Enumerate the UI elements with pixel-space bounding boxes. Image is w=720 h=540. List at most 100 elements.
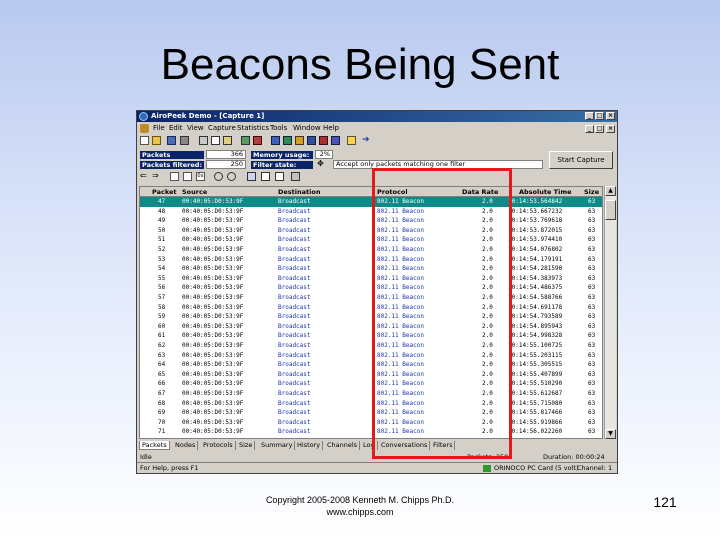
maximize-button[interactable]: □	[595, 112, 604, 120]
cell-destination: Broadcast	[278, 303, 311, 311]
alarm-icon[interactable]	[319, 136, 328, 145]
cell-destination: Broadcast	[278, 370, 311, 378]
cell-packet: 59	[158, 313, 166, 321]
col-source[interactable]: Source	[182, 188, 207, 196]
cell-size: 63	[588, 217, 596, 225]
stats-icon[interactable]	[271, 136, 280, 145]
cell-destination: Broadcast	[278, 380, 311, 388]
paste-icon[interactable]	[223, 136, 232, 145]
mark-icon[interactable]	[261, 172, 270, 181]
cell-packet: 47	[158, 198, 166, 205]
cell-source: 00:40:05:D0:53:9F	[182, 294, 244, 301]
cell-packet: 69	[158, 409, 166, 417]
app-icon	[139, 112, 148, 121]
cell-source: 00:40:05:D0:53:9F	[182, 370, 244, 378]
help-icon[interactable]	[347, 136, 356, 145]
cell-packet: 58	[158, 303, 166, 311]
child-restore-button[interactable]: □	[595, 125, 604, 133]
menu-edit[interactable]: Edit	[169, 124, 183, 132]
col-absolute-time[interactable]: Absolute Time	[519, 188, 572, 196]
decode-icon[interactable]	[170, 172, 179, 181]
cell-size: 63	[588, 294, 596, 301]
menu-statistics[interactable]: Statistics	[237, 124, 269, 132]
scroll-down-icon[interactable]: ▼	[605, 429, 616, 439]
print-icon[interactable]	[180, 136, 189, 145]
cell-source: 00:40:05:D0:53:9F	[182, 332, 244, 340]
cell-packet: 53	[158, 255, 166, 263]
open-icon[interactable]	[152, 136, 161, 145]
child-minimize-button[interactable]: _	[585, 125, 594, 133]
window-titlebar[interactable]: AiroPeek Demo - [Capture 1] _ □ ×	[137, 111, 617, 122]
menu-tools[interactable]: Tools	[270, 124, 287, 132]
forward-icon[interactable]: ⇒	[152, 172, 161, 181]
cell-packet: 55	[158, 274, 166, 282]
scroll-thumb[interactable]	[605, 200, 616, 220]
size-icon[interactable]	[307, 136, 316, 145]
tab-history[interactable]: History	[295, 441, 324, 450]
tab-size[interactable]: Size	[237, 441, 256, 450]
col-destination[interactable]: Destination	[278, 188, 320, 196]
copyright-text: Copyright 2005-2008 Kenneth M. Chipps Ph…	[265, 495, 455, 505]
col-packet[interactable]: Packet	[152, 188, 177, 196]
cell-destination: Broadcast	[278, 207, 311, 215]
history-icon[interactable]	[331, 136, 340, 145]
child-close-button[interactable]: ×	[606, 125, 615, 133]
menu-view[interactable]: View	[187, 124, 204, 132]
cell-source: 00:40:05:D0:53:9F	[182, 236, 244, 244]
menu-file[interactable]: File	[153, 124, 165, 132]
cell-source: 00:40:05:D0:53:9F	[182, 303, 244, 311]
nodes-icon[interactable]	[283, 136, 292, 145]
capture-icon[interactable]	[241, 136, 250, 145]
select-icon[interactable]	[247, 172, 256, 181]
options-icon[interactable]	[291, 172, 300, 181]
minimize-button[interactable]: _	[585, 112, 594, 120]
tab-packets[interactable]: Packets	[139, 441, 170, 450]
cell-absolute-time: 10:14:55.612687	[508, 390, 563, 397]
stop-icon[interactable]	[253, 136, 262, 145]
cell-absolute-time: 10:14:53.974410	[508, 236, 563, 244]
cell-size: 63	[588, 428, 596, 436]
menu-window[interactable]: Window	[293, 124, 321, 132]
tab-nodes[interactable]: Nodes	[173, 441, 199, 450]
arrow-right-icon[interactable]: ➔	[362, 136, 371, 145]
menu-help[interactable]: Help	[323, 124, 339, 132]
hex-icon[interactable]	[183, 172, 192, 181]
start-capture-button[interactable]: Start Capture	[549, 151, 613, 169]
filter-state-icon[interactable]: ✥	[316, 160, 325, 169]
cut-icon[interactable]	[199, 136, 208, 145]
find-icon[interactable]	[214, 172, 223, 181]
tab-channels[interactable]: Channels	[325, 441, 361, 450]
menu-capture[interactable]: Capture	[208, 124, 236, 132]
filter-icon[interactable]	[275, 172, 284, 181]
window-title: AiroPeek Demo - [Capture 1]	[151, 112, 265, 120]
packets-filtered-value: 250	[206, 160, 246, 169]
cell-destination: Broadcast	[278, 332, 311, 340]
hex-view-icon[interactable]: 0x	[196, 172, 205, 181]
cell-absolute-time: 10:14:54.383973	[508, 274, 563, 282]
cell-size: 63	[588, 370, 596, 378]
cell-source: 00:40:05:D0:53:9F	[182, 265, 244, 273]
new-icon[interactable]	[140, 136, 149, 145]
tab-protocols[interactable]: Protocols	[201, 441, 236, 450]
cell-size: 63	[588, 409, 596, 417]
tab-summary[interactable]: Summary	[259, 441, 296, 450]
find-next-icon[interactable]	[227, 172, 236, 181]
col-size[interactable]: Size	[584, 188, 599, 196]
protocols-icon[interactable]	[295, 136, 304, 145]
slide-footer: Copyright 2005-2008 Kenneth M. Chipps Ph…	[222, 494, 498, 518]
cell-packet: 52	[158, 246, 166, 253]
vertical-scrollbar[interactable]: ▲ ▼	[604, 186, 616, 439]
save-icon[interactable]	[167, 136, 176, 145]
scroll-up-icon[interactable]: ▲	[605, 186, 616, 196]
cell-size: 63	[588, 303, 596, 311]
status-state: Idle	[140, 453, 152, 461]
close-button[interactable]: ×	[606, 112, 615, 120]
copy-icon[interactable]	[211, 136, 220, 145]
cell-source: 00:40:05:D0:53:9F	[182, 217, 244, 225]
status-bar: For Help, press F1 ORINOCO PC Card (5 vo…	[137, 462, 617, 473]
cell-packet: 49	[158, 217, 166, 225]
cell-size: 63	[588, 342, 596, 349]
cell-source: 00:40:05:D0:53:9F	[182, 418, 244, 426]
back-icon[interactable]: ⇐	[140, 172, 149, 181]
main-toolbar: ➔	[137, 136, 617, 148]
